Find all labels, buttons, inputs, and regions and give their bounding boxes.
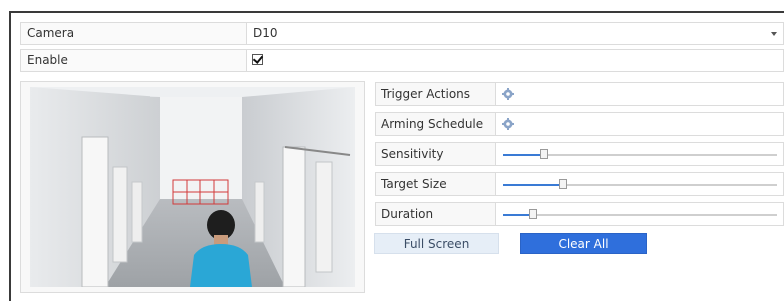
full-screen-button[interactable]: Full Screen	[374, 233, 499, 254]
arming-schedule-label: Arming Schedule	[376, 113, 496, 135]
target-size-slider[interactable]	[503, 179, 777, 189]
camera-select-value: D10	[253, 26, 278, 40]
duration-label: Duration	[376, 203, 496, 225]
enable-label: Enable	[21, 50, 247, 71]
sensitivity-slider[interactable]	[503, 149, 777, 159]
duration-row: Duration	[375, 202, 784, 226]
enable-row: Enable	[20, 49, 784, 72]
checkmark-icon	[252, 53, 264, 64]
camera-preview[interactable]	[20, 81, 365, 293]
chevron-down-icon	[771, 32, 777, 36]
gear-icon[interactable]	[502, 118, 514, 130]
sensitivity-slider-fill	[503, 154, 545, 156]
duration-slider[interactable]	[503, 209, 777, 219]
clear-all-button[interactable]: Clear All	[520, 233, 647, 254]
duration-slider-thumb[interactable]	[529, 209, 538, 219]
camera-row: Camera D10	[20, 22, 784, 45]
sensitivity-label: Sensitivity	[376, 143, 496, 165]
sensitivity-slider-thumb[interactable]	[540, 149, 549, 159]
gear-icon[interactable]	[502, 88, 514, 100]
camera-select[interactable]: D10	[247, 23, 783, 44]
target-size-slider-thumb[interactable]	[559, 179, 568, 189]
target-size-slider-fill	[503, 184, 564, 186]
camera-preview-image	[30, 87, 355, 287]
target-size-row: Target Size	[375, 172, 784, 196]
sensitivity-row: Sensitivity	[375, 142, 784, 166]
target-size-label: Target Size	[376, 173, 496, 195]
enable-cell	[247, 50, 783, 71]
arming-schedule-row: Arming Schedule	[375, 112, 784, 136]
camera-label: Camera	[21, 23, 247, 44]
trigger-actions-row: Trigger Actions	[375, 82, 784, 106]
trigger-actions-label: Trigger Actions	[376, 83, 496, 105]
enable-checkbox[interactable]	[252, 53, 264, 65]
